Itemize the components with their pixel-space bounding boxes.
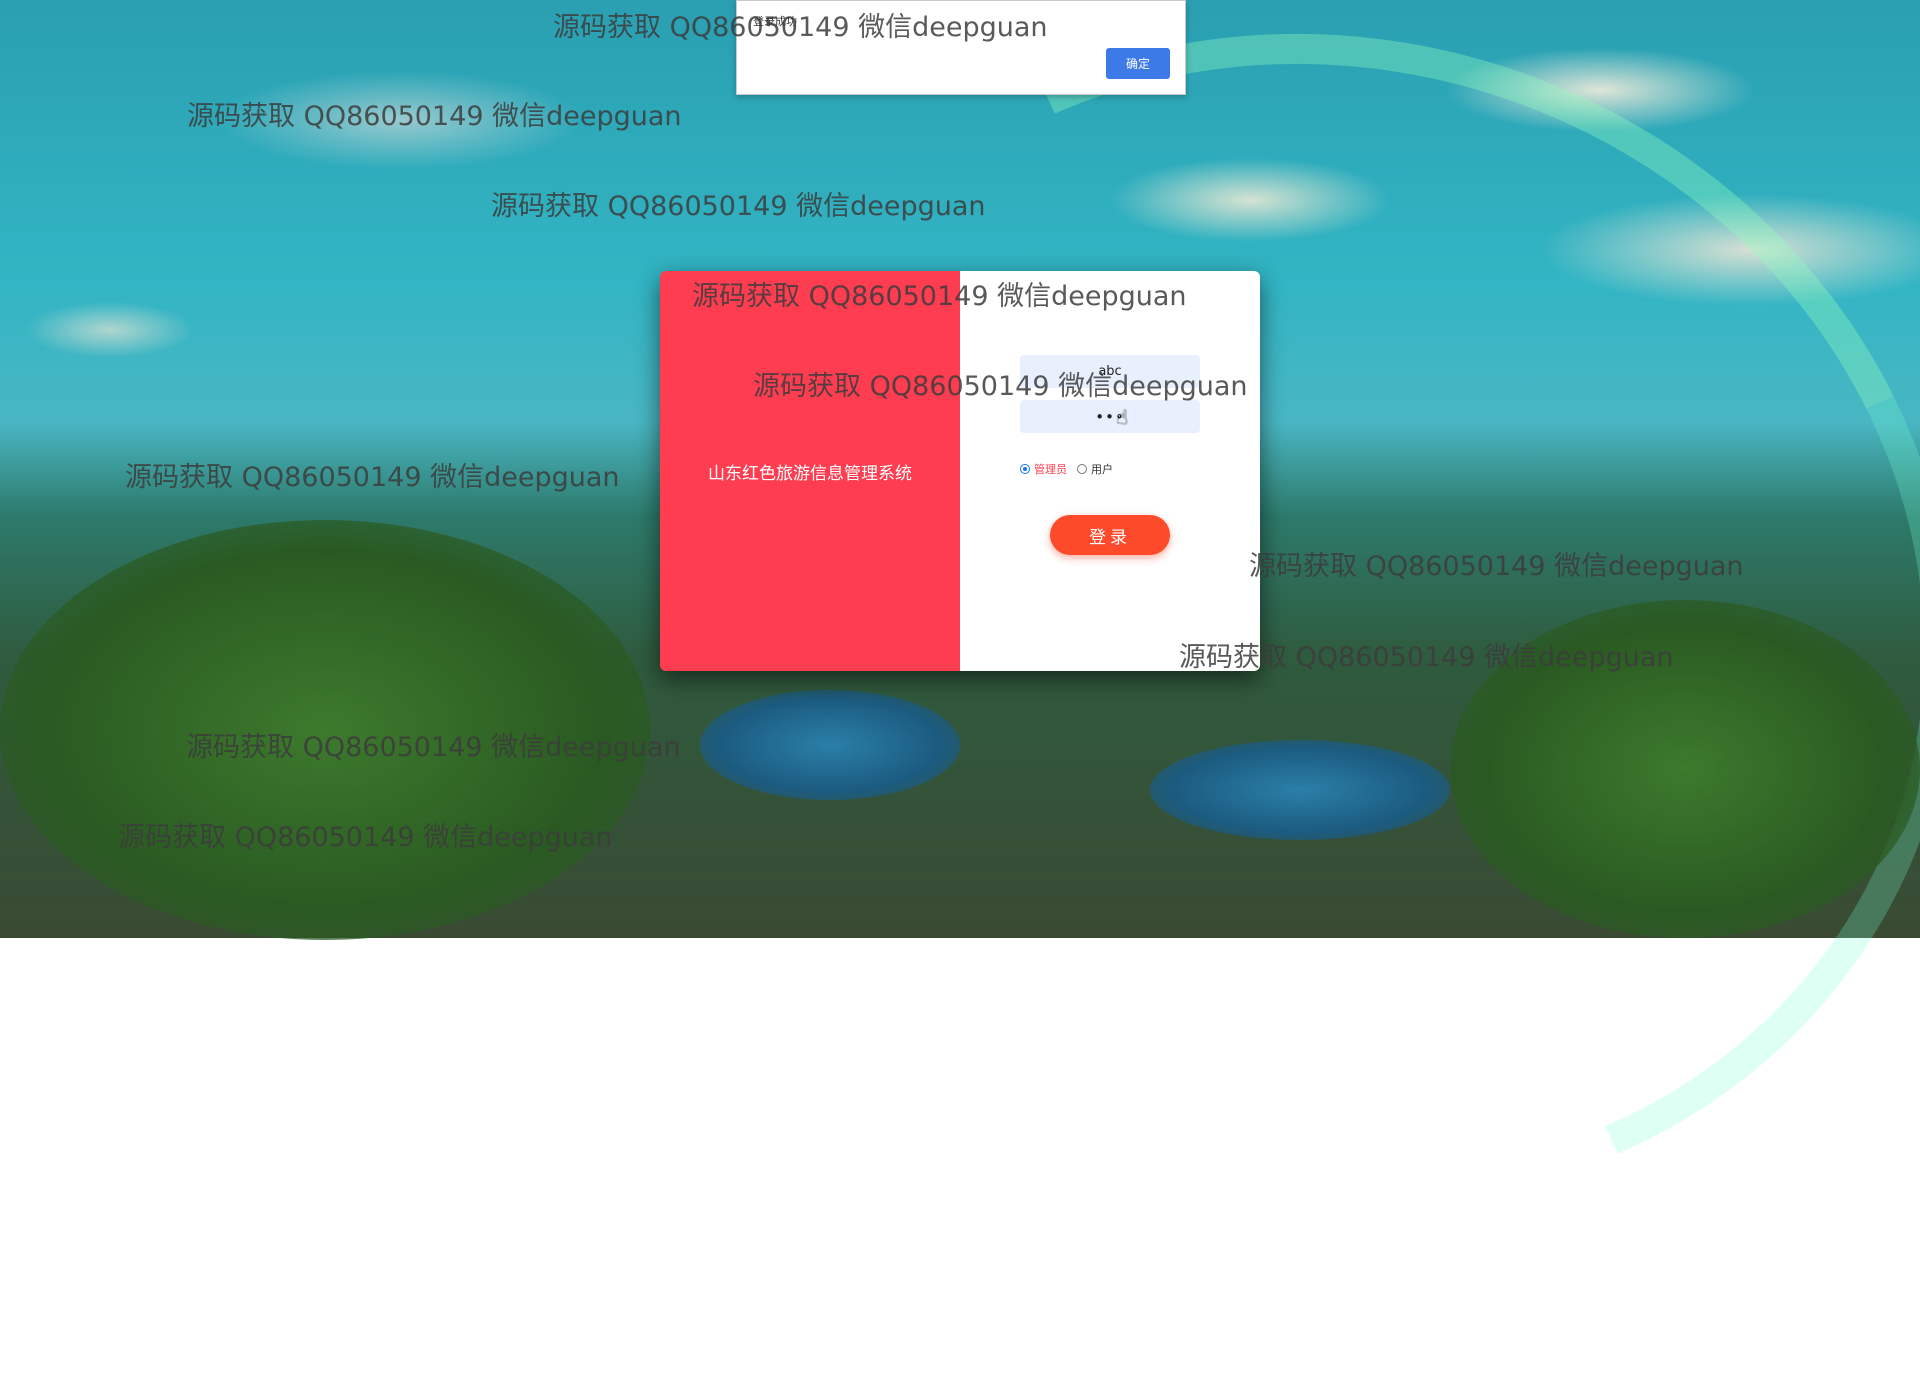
hand-cursor-icon: ☝	[1116, 405, 1129, 429]
alert-ok-button[interactable]: 确定	[1106, 48, 1170, 79]
role-selector: 管理员 用户	[1020, 461, 1123, 477]
username-input[interactable]	[1020, 355, 1200, 388]
login-left-panel: 山东红色旅游信息管理系统	[660, 271, 960, 671]
system-title: 山东红色旅游信息管理系统	[708, 463, 912, 484]
forest-decoration	[1450, 600, 1920, 938]
password-input[interactable]	[1020, 400, 1200, 433]
forest-decoration	[0, 520, 650, 940]
login-form: 管理员 用户 登录	[960, 271, 1260, 671]
pond-decoration	[1150, 740, 1450, 840]
pond-decoration	[700, 690, 960, 800]
login-panel: 山东红色旅游信息管理系统 管理员 用户 登录	[660, 271, 1260, 671]
role-user-radio[interactable]	[1077, 464, 1087, 474]
role-admin-label: 管理员	[1034, 463, 1067, 476]
role-admin[interactable]: 管理员	[1020, 461, 1067, 477]
role-admin-radio[interactable]	[1020, 464, 1030, 474]
role-user-label: 用户	[1091, 463, 1113, 476]
alert-message: 登录成功	[753, 15, 797, 28]
role-user[interactable]: 用户	[1077, 461, 1113, 477]
alert-dialog: 登录成功 确定	[736, 0, 1186, 95]
login-button[interactable]: 登录	[1050, 515, 1170, 555]
